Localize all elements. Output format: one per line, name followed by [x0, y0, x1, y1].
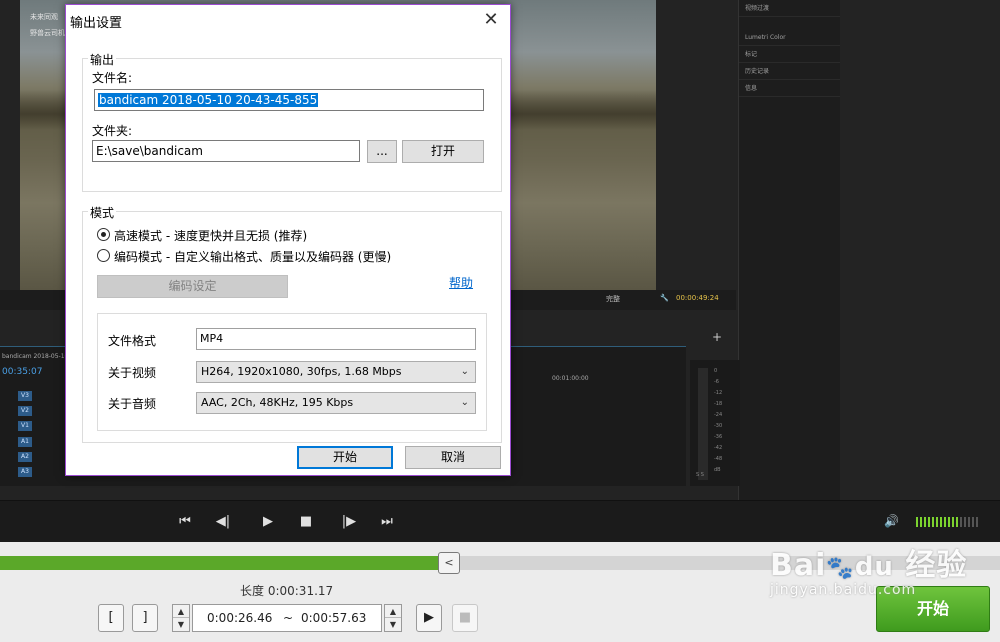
chevron-down-icon[interactable]: ▼: [385, 618, 401, 631]
fast-mode-label[interactable]: 高速模式 - 速度更快并且无损 (推荐): [114, 227, 307, 244]
volume-icon[interactable]: 🔊: [884, 514, 899, 528]
encode-settings-button[interactable]: 编码设定: [97, 275, 288, 298]
audio-meters: 0 -6 -12 -18 -24 -30 -36 -42 -48 dB S S: [690, 360, 740, 486]
folder-input[interactable]: E:\save\bandicam: [92, 140, 360, 162]
watermark-brand-cn: 经验: [905, 548, 968, 583]
progress-handle[interactable]: <: [438, 552, 460, 574]
help-link[interactable]: 帮助: [449, 274, 473, 291]
go-to-out-icon[interactable]: ⏭: [378, 513, 396, 531]
open-folder-button[interactable]: 打开: [402, 140, 484, 163]
add-icon[interactable]: +: [712, 330, 722, 344]
encode-mode-radio[interactable]: [97, 249, 110, 262]
filename-value[interactable]: bandicam 2018-05-10 20-43-45-855: [98, 93, 319, 107]
start-time-stepper[interactable]: ▲ ▼: [172, 604, 190, 632]
set-end-button[interactable]: ]: [132, 604, 158, 632]
track-a2[interactable]: A2: [18, 452, 32, 462]
dialog-title: 输出设置: [70, 16, 123, 31]
browse-button[interactable]: ...: [367, 140, 397, 163]
track-a1[interactable]: A1: [18, 437, 32, 447]
progress-fill: [0, 556, 450, 570]
format-label: 文件格式: [108, 334, 157, 348]
meter-bottom: S S: [696, 472, 704, 478]
effects-panel: 视频过渡 Lumetri Color 标记 历史记录 信息: [738, 0, 840, 500]
audio-select[interactable]: AAC, 2Ch, 48KHz, 195 Kbps ⌄: [196, 392, 476, 414]
step-back-icon[interactable]: ◀|: [214, 513, 232, 531]
folder-label: 文件夹:: [92, 124, 133, 138]
step-forward-icon[interactable]: |▶: [340, 513, 358, 531]
panel-item[interactable]: 历史记录: [739, 63, 840, 80]
output-group-label: 输出: [88, 51, 117, 68]
chevron-down-icon: ⌄: [460, 366, 469, 377]
meter-bar: [698, 368, 708, 480]
play-icon[interactable]: ▶: [259, 513, 277, 531]
go-to-in-icon[interactable]: ⏮: [176, 513, 194, 531]
timeline-timecode: 00:35:07: [2, 367, 43, 377]
wrench-icon[interactable]: 🔧: [660, 294, 669, 302]
video-value: H264, 1920x1080, 30fps, 1.68 Mbps: [201, 365, 402, 378]
track-a3[interactable]: A3: [18, 467, 32, 477]
close-icon[interactable]: ✕: [478, 9, 504, 31]
watermark-url: jingyan.baidu.com: [770, 582, 917, 598]
video-select[interactable]: H264, 1920x1080, 30fps, 1.68 Mbps ⌄: [196, 361, 476, 383]
panel-item[interactable]: Lumetri Color: [739, 29, 840, 46]
audio-label: 关于音频: [108, 397, 157, 411]
video-label: 关于视频: [108, 366, 157, 380]
program-timecode: 00:00:49:24: [676, 294, 719, 302]
set-start-button[interactable]: [: [98, 604, 124, 632]
watermark-brand: Bai: [770, 548, 827, 583]
mode-group-label: 模式: [88, 204, 117, 221]
chevron-up-icon[interactable]: ▲: [385, 605, 401, 618]
side-area: [840, 0, 1000, 500]
start-button[interactable]: 开始: [297, 446, 393, 469]
track-v2[interactable]: V2: [18, 406, 32, 416]
baidu-watermark: Bai🐾du 经验 jingyan.baidu.com: [770, 548, 968, 598]
stop-icon[interactable]: ■: [297, 513, 315, 531]
audio-value: AAC, 2Ch, 48KHz, 195 Kbps: [201, 396, 354, 409]
fast-mode-radio[interactable]: [97, 228, 110, 241]
chevron-up-icon[interactable]: ▲: [173, 605, 189, 618]
filename-label: 文件名:: [92, 71, 133, 85]
volume-level-meter[interactable]: [916, 517, 980, 527]
panel-item[interactable]: 标记: [739, 46, 840, 63]
format-field[interactable]: MP4: [196, 328, 476, 350]
cancel-button[interactable]: 取消: [405, 446, 501, 469]
panel-item[interactable]: 视频过渡: [739, 0, 840, 17]
panel-item[interactable]: 信息: [739, 80, 840, 97]
end-time-stepper[interactable]: ▲ ▼: [384, 604, 402, 632]
track-v1[interactable]: V1: [18, 421, 32, 431]
output-settings-dialog: 输出设置 ✕ 输出 文件名: bandicam 2018-05-10 20-43…: [65, 4, 511, 476]
chevron-down-icon[interactable]: ▼: [173, 618, 189, 631]
time-range-field[interactable]: 0:00:26.46 ~ 0:00:57.63: [192, 604, 382, 632]
transport-bar: ⏮ ◀| ▶ ■ |▶ ⏭: [0, 500, 1000, 542]
chevron-down-icon: ⌄: [460, 397, 469, 408]
length-text: 长度 0:00:31.17: [240, 584, 334, 598]
play-selection-button[interactable]: ▶: [416, 604, 442, 632]
track-v3[interactable]: V3: [18, 391, 32, 401]
end-time[interactable]: 0:00:57.63: [301, 605, 366, 631]
encode-mode-label[interactable]: 编码模式 - 自定义输出格式、质量以及编码器 (更慢): [114, 248, 391, 265]
filename-input[interactable]: bandicam 2018-05-10 20-43-45-855: [94, 89, 484, 111]
ruler-time: 00:01:00:00: [552, 375, 589, 382]
output-group: [82, 58, 502, 192]
zoom-select[interactable]: 完整: [606, 294, 620, 304]
start-time[interactable]: 0:00:26.46: [207, 605, 272, 631]
time-separator: ~: [283, 611, 294, 625]
meter-scale: 0 -6 -12 -18 -24 -30 -36 -42 -48 dB: [714, 368, 723, 473]
stop-button[interactable]: ■: [452, 604, 478, 632]
